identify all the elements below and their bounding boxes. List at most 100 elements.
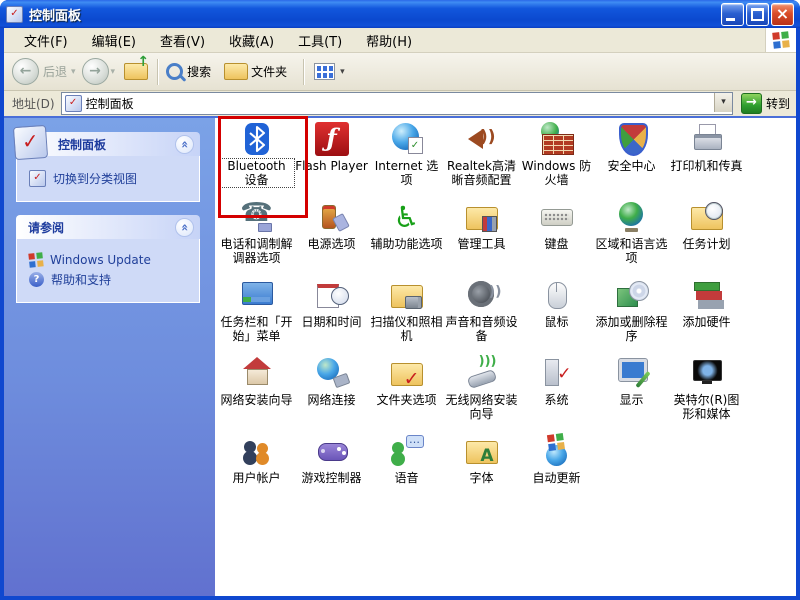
menu-help[interactable]: 帮助(H) [354, 28, 424, 53]
up-button[interactable] [124, 54, 149, 80]
cp-item-system[interactable]: 系统 [519, 356, 594, 434]
window-icon [6, 5, 23, 23]
panel-header[interactable]: 请参阅 [16, 215, 200, 239]
panel-title: 控制面板 [58, 137, 107, 152]
network-setup-wizard-icon [240, 356, 274, 390]
cp-item-intel-graphics-media[interactable]: 英特尔(R)图形和媒体 [669, 356, 744, 434]
cp-item-phone-modem-options[interactable]: 电话和调制解调器选项 [219, 198, 294, 278]
cp-item-add-remove-programs[interactable]: 添加或删除程序 [594, 278, 669, 356]
cp-item-label: 电话和调制解调器选项 [220, 237, 293, 265]
flash-player-icon [314, 122, 349, 156]
cp-item-internet-options[interactable]: Internet 选项 [369, 122, 444, 200]
panel-title: 请参阅 [28, 220, 65, 235]
cp-item-network-connections[interactable]: 网络连接 [294, 356, 369, 434]
cp-item-windows-firewall[interactable]: Windows 防火墙 [519, 122, 594, 200]
sidebar-panel-control-panel: 控制面板 切换到分类视图 [12, 124, 200, 202]
go-label[interactable]: 转到 [766, 95, 790, 112]
views-dropdown-icon[interactable]: ▾ [340, 67, 345, 77]
folders-button-label[interactable]: 文件夹 [251, 63, 287, 80]
cp-item-security-center[interactable]: 安全中心 [594, 122, 669, 200]
menu-view[interactable]: 查看(V) [148, 28, 217, 53]
panel-header[interactable]: 控制面板 [12, 124, 200, 161]
sidebar-item-help-support[interactable]: 帮助和支持 [29, 271, 195, 288]
chevron-up-icon[interactable] [175, 217, 194, 237]
menu-file[interactable]: 文件(F) [12, 28, 80, 53]
system-icon [540, 356, 574, 390]
mouse-icon [540, 278, 574, 312]
cp-item-bluetooth-devices[interactable]: Bluetooth 设备 [218, 116, 308, 218]
chevron-up-icon[interactable] [175, 134, 194, 154]
cp-item-label: 添加硬件 [682, 315, 731, 329]
close-button[interactable] [771, 2, 794, 26]
maximize-button[interactable] [746, 2, 769, 26]
cp-item-administrative-tools[interactable]: 管理工具 [444, 200, 519, 278]
cp-item-power-options[interactable]: 电源选项 [294, 200, 369, 278]
scanners-cameras-icon [390, 278, 424, 312]
cp-item-date-time[interactable]: 日期和时间 [294, 278, 369, 356]
cp-item-scanners-cameras[interactable]: 扫描仪和照相机 [369, 278, 444, 356]
cp-item-scheduled-tasks[interactable]: 任务计划 [669, 200, 744, 278]
cp-item-label: 安全中心 [607, 159, 656, 173]
cp-item-sounds-audio-devices[interactable]: 声音和音频设备 [444, 278, 519, 356]
forward-button[interactable] [81, 58, 109, 85]
switch-category-view-icon [29, 170, 46, 187]
cp-item-automatic-updates[interactable]: 自动更新 [519, 434, 594, 512]
cp-item-label: Bluetooth 设备 [218, 158, 295, 188]
speech-icon [390, 434, 424, 468]
cp-item-flash-player[interactable]: Flash Player [294, 122, 369, 200]
forward-dropdown-icon[interactable]: ▾ [111, 67, 116, 77]
cp-item-folder-options[interactable]: 文件夹选项 [369, 356, 444, 434]
search-icon[interactable] [166, 63, 184, 80]
administrative-tools-icon [465, 200, 499, 234]
cp-item-label: 显示 [619, 393, 644, 407]
cp-item-label: 电源选项 [307, 237, 356, 251]
cp-item-label: 辅助功能选项 [370, 237, 443, 251]
search-button-label[interactable]: 搜索 [187, 63, 211, 80]
cp-item-mouse[interactable]: 鼠标 [519, 278, 594, 356]
cp-item-label: 任务计划 [682, 237, 731, 251]
windows-logo-icon [772, 31, 790, 49]
sidebar-link-label: Windows Update [50, 253, 151, 267]
cp-item-network-setup-wizard[interactable]: 网络安装向导 [219, 356, 294, 434]
fonts-icon [465, 434, 499, 468]
cp-item-user-accounts[interactable]: 用户帐户 [219, 434, 294, 512]
windows-firewall-icon [540, 122, 574, 156]
cp-item-label: 语音 [394, 471, 419, 485]
address-label: 地址(D) [12, 97, 55, 111]
add-hardware-icon [690, 278, 724, 312]
views-icon[interactable] [314, 63, 336, 80]
cp-item-speech[interactable]: 语音 [369, 434, 444, 512]
go-icon[interactable] [740, 93, 762, 114]
cp-item-realtek-audio[interactable]: Realtek高清晰音频配置 [444, 122, 519, 200]
cp-item-wireless-network-setup-wizard[interactable]: 无线网络安装向导 [444, 354, 519, 434]
back-label: 后退 [43, 65, 68, 79]
back-button[interactable] [12, 58, 39, 85]
sidebar-link-label: 切换到分类视图 [53, 172, 138, 186]
cp-item-fonts[interactable]: 字体 [444, 434, 519, 512]
sidebar-item-windows-update[interactable]: Windows Update [28, 252, 195, 268]
address-combobox[interactable]: 控制面板 ▾ [60, 92, 733, 115]
sounds-audio-devices-icon [465, 278, 502, 312]
cp-item-add-hardware[interactable]: 添加硬件 [669, 278, 744, 356]
folders-icon[interactable] [224, 63, 249, 80]
address-dropdown-button[interactable]: ▾ [713, 93, 732, 112]
cp-item-game-controllers[interactable]: 游戏控制器 [294, 434, 369, 512]
cp-item-display[interactable]: 显示 [594, 356, 669, 434]
menu-favorites[interactable]: 收藏(A) [217, 28, 286, 53]
window: 控制面板 文件(F) 编辑(E) 查看(V) 收藏(A) 工具(T) 帮助(H)… [0, 0, 800, 600]
network-connections-icon [315, 356, 349, 390]
back-dropdown-icon[interactable]: ▾ [71, 67, 76, 77]
menu-edit[interactable]: 编辑(E) [80, 28, 148, 53]
minimize-button[interactable] [721, 2, 744, 26]
sidebar-item-switch-category-view[interactable]: 切换到分类视图 [29, 170, 195, 187]
cp-item-keyboard[interactable]: 键盘 [519, 200, 594, 278]
cp-item-label: Realtek高清晰音频配置 [447, 159, 516, 187]
wireless-network-setup-wizard-icon [465, 354, 499, 390]
help-support-icon [29, 272, 44, 287]
menu-tools[interactable]: 工具(T) [286, 28, 354, 53]
cp-item-regional-language-options[interactable]: 区域和语言选项 [594, 200, 669, 278]
printers-faxes-icon [690, 122, 724, 156]
cp-item-accessibility-options[interactable]: 辅助功能选项 [369, 200, 444, 278]
cp-item-printers-faxes[interactable]: 打印机和传真 [669, 122, 744, 200]
cp-item-taskbar-start-menu[interactable]: 任务栏和「开始」菜单 [219, 278, 294, 356]
